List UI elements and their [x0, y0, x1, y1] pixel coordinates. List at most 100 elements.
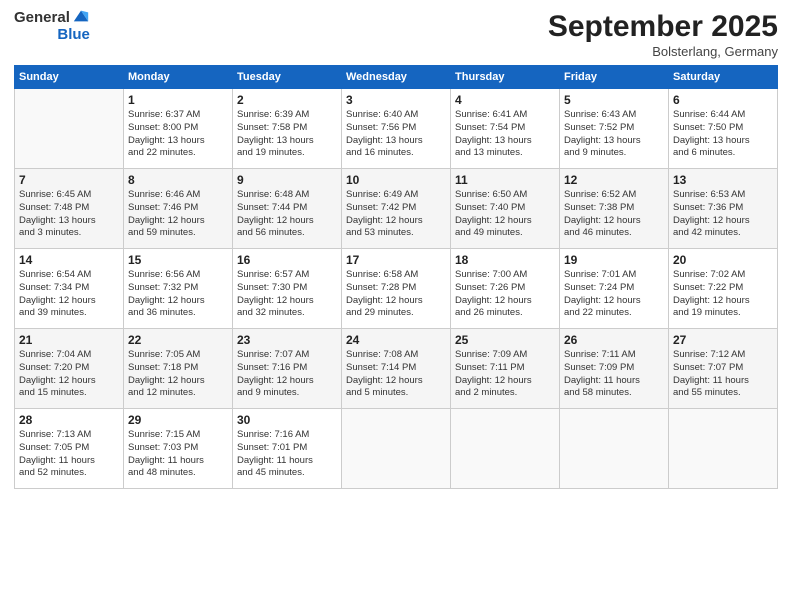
header: General Blue September 2025 Bolsterlang,… [14, 10, 778, 59]
calendar-cell: 19 Sunrise: 7:01 AM Sunset: 7:24 PM Dayli… [560, 249, 669, 329]
calendar-cell: 14Sunrise: 6:54 AM Sunset: 7:34 PM Dayli… [15, 249, 124, 329]
logo: General Blue [14, 10, 90, 43]
day-number: 26 [564, 333, 664, 347]
day-detail: Sunrise: 7:16 AM Sunset: 7:01 PM Dayligh… [237, 429, 337, 480]
day-number: 5 [564, 93, 664, 107]
calendar-cell [15, 89, 124, 169]
calendar-week-row: 28Sunrise: 7:13 AM Sunset: 7:05 PM Dayli… [15, 409, 778, 489]
day-detail: Sunrise: 6:46 AM Sunset: 7:46 PM Dayligh… [128, 189, 228, 240]
day-number: 25 [455, 333, 555, 347]
day-number: 15 [128, 253, 228, 267]
calendar-cell: 30 Sunrise: 7:16 AM Sunset: 7:01 PM Dayli… [233, 409, 342, 489]
calendar-cell: 28Sunrise: 7:13 AM Sunset: 7:05 PM Dayli… [15, 409, 124, 489]
day-detail: Sunrise: 7:04 AM Sunset: 7:20 PM Dayligh… [19, 349, 119, 400]
day-detail: Sunrise: 6:40 AM Sunset: 7:56 PM Dayligh… [346, 109, 446, 160]
day-detail: Sunrise: 7:01 AM Sunset: 7:24 PM Dayligh… [564, 269, 664, 320]
day-number: 20 [673, 253, 773, 267]
calendar-cell: 2 Sunrise: 6:39 AM Sunset: 7:58 PM Daylig… [233, 89, 342, 169]
day-detail: Sunrise: 6:39 AM Sunset: 7:58 PM Dayligh… [237, 109, 337, 160]
col-saturday: Saturday [669, 66, 778, 89]
calendar-cell: 5 Sunrise: 6:43 AM Sunset: 7:52 PM Daylig… [560, 89, 669, 169]
col-wednesday: Wednesday [342, 66, 451, 89]
calendar-header-row: Sunday Monday Tuesday Wednesday Thursday… [15, 66, 778, 89]
day-number: 4 [455, 93, 555, 107]
logo-blue-text: Blue [57, 27, 90, 44]
calendar-cell [451, 409, 560, 489]
col-thursday: Thursday [451, 66, 560, 89]
day-number: 14 [19, 253, 119, 267]
calendar-cell: 20 Sunrise: 7:02 AM Sunset: 7:22 PM Dayli… [669, 249, 778, 329]
calendar-cell: 8 Sunrise: 6:46 AM Sunset: 7:46 PM Daylig… [124, 169, 233, 249]
day-number: 12 [564, 173, 664, 187]
calendar-cell: 29 Sunrise: 7:15 AM Sunset: 7:03 PM Dayli… [124, 409, 233, 489]
calendar-table: Sunday Monday Tuesday Wednesday Thursday… [14, 65, 778, 489]
day-detail: Sunrise: 7:08 AM Sunset: 7:14 PM Dayligh… [346, 349, 446, 400]
day-detail: Sunrise: 6:45 AM Sunset: 7:48 PM Dayligh… [19, 189, 119, 240]
day-detail: Sunrise: 6:49 AM Sunset: 7:42 PM Dayligh… [346, 189, 446, 240]
calendar-cell: 22Sunrise: 7:05 AM Sunset: 7:18 PM Dayli… [124, 329, 233, 409]
title-block: September 2025 Bolsterlang, Germany [548, 10, 778, 59]
col-monday: Monday [124, 66, 233, 89]
day-detail: Sunrise: 6:57 AM Sunset: 7:30 PM Dayligh… [237, 269, 337, 320]
calendar-cell: 7Sunrise: 6:45 AM Sunset: 7:48 PM Daylig… [15, 169, 124, 249]
calendar-cell: 21 Sunrise: 7:04 AM Sunset: 7:20 PM Dayli… [15, 329, 124, 409]
day-number: 2 [237, 93, 337, 107]
calendar-cell: 18 Sunrise: 7:00 AM Sunset: 7:26 PM Dayli… [451, 249, 560, 329]
calendar-cell: 12 Sunrise: 6:52 AM Sunset: 7:38 PM Dayli… [560, 169, 669, 249]
day-detail: Sunrise: 7:05 AM Sunset: 7:18 PM Dayligh… [128, 349, 228, 400]
calendar-cell: 23Sunrise: 7:07 AM Sunset: 7:16 PM Dayli… [233, 329, 342, 409]
calendar-cell: 27 Sunrise: 7:12 AM Sunset: 7:07 PM Dayli… [669, 329, 778, 409]
calendar-cell: 15 Sunrise: 6:56 AM Sunset: 7:32 PM Dayli… [124, 249, 233, 329]
subtitle: Bolsterlang, Germany [548, 44, 778, 59]
day-detail: Sunrise: 7:12 AM Sunset: 7:07 PM Dayligh… [673, 349, 773, 400]
page: General Blue September 2025 Bolsterlang,… [0, 0, 792, 612]
calendar-cell: 25 Sunrise: 7:09 AM Sunset: 7:11 PM Dayli… [451, 329, 560, 409]
day-detail: Sunrise: 6:58 AM Sunset: 7:28 PM Dayligh… [346, 269, 446, 320]
day-detail: Sunrise: 6:43 AM Sunset: 7:52 PM Dayligh… [564, 109, 664, 160]
day-number: 24 [346, 333, 446, 347]
day-detail: Sunrise: 7:11 AM Sunset: 7:09 PM Dayligh… [564, 349, 664, 400]
calendar-cell: 13Sunrise: 6:53 AM Sunset: 7:36 PM Dayli… [669, 169, 778, 249]
day-number: 10 [346, 173, 446, 187]
day-detail: Sunrise: 6:41 AM Sunset: 7:54 PM Dayligh… [455, 109, 555, 160]
calendar-cell: 26 Sunrise: 7:11 AM Sunset: 7:09 PM Dayli… [560, 329, 669, 409]
day-detail: Sunrise: 6:52 AM Sunset: 7:38 PM Dayligh… [564, 189, 664, 240]
calendar-cell: 10 Sunrise: 6:49 AM Sunset: 7:42 PM Dayli… [342, 169, 451, 249]
day-number: 6 [673, 93, 773, 107]
col-sunday: Sunday [15, 66, 124, 89]
day-number: 29 [128, 413, 228, 427]
calendar-week-row: 7Sunrise: 6:45 AM Sunset: 7:48 PM Daylig… [15, 169, 778, 249]
logo-icon [72, 7, 90, 25]
day-number: 23 [237, 333, 337, 347]
day-detail: Sunrise: 7:00 AM Sunset: 7:26 PM Dayligh… [455, 269, 555, 320]
day-number: 17 [346, 253, 446, 267]
day-number: 19 [564, 253, 664, 267]
calendar-cell: 4 Sunrise: 6:41 AM Sunset: 7:54 PM Daylig… [451, 89, 560, 169]
day-detail: Sunrise: 6:56 AM Sunset: 7:32 PM Dayligh… [128, 269, 228, 320]
day-number: 18 [455, 253, 555, 267]
calendar-cell: 6 Sunrise: 6:44 AM Sunset: 7:50 PM Daylig… [669, 89, 778, 169]
day-number: 11 [455, 173, 555, 187]
day-number: 8 [128, 173, 228, 187]
day-detail: Sunrise: 7:09 AM Sunset: 7:11 PM Dayligh… [455, 349, 555, 400]
day-number: 13 [673, 173, 773, 187]
day-number: 27 [673, 333, 773, 347]
col-friday: Friday [560, 66, 669, 89]
day-detail: Sunrise: 7:13 AM Sunset: 7:05 PM Dayligh… [19, 429, 119, 480]
day-number: 21 [19, 333, 119, 347]
day-number: 16 [237, 253, 337, 267]
calendar-cell: 16 Sunrise: 6:57 AM Sunset: 7:30 PM Dayli… [233, 249, 342, 329]
calendar-cell: 3 Sunrise: 6:40 AM Sunset: 7:56 PM Daylig… [342, 89, 451, 169]
day-detail: Sunrise: 6:44 AM Sunset: 7:50 PM Dayligh… [673, 109, 773, 160]
day-number: 30 [237, 413, 337, 427]
day-detail: Sunrise: 7:15 AM Sunset: 7:03 PM Dayligh… [128, 429, 228, 480]
day-number: 1 [128, 93, 228, 107]
day-detail: Sunrise: 6:50 AM Sunset: 7:40 PM Dayligh… [455, 189, 555, 240]
calendar-cell: 11 Sunrise: 6:50 AM Sunset: 7:40 PM Dayli… [451, 169, 560, 249]
col-tuesday: Tuesday [233, 66, 342, 89]
day-number: 3 [346, 93, 446, 107]
calendar-cell: 1Sunrise: 6:37 AM Sunset: 8:00 PM Daylig… [124, 89, 233, 169]
calendar-cell: 24 Sunrise: 7:08 AM Sunset: 7:14 PM Dayli… [342, 329, 451, 409]
day-detail: Sunrise: 7:02 AM Sunset: 7:22 PM Dayligh… [673, 269, 773, 320]
logo-general-text: General [14, 10, 70, 27]
